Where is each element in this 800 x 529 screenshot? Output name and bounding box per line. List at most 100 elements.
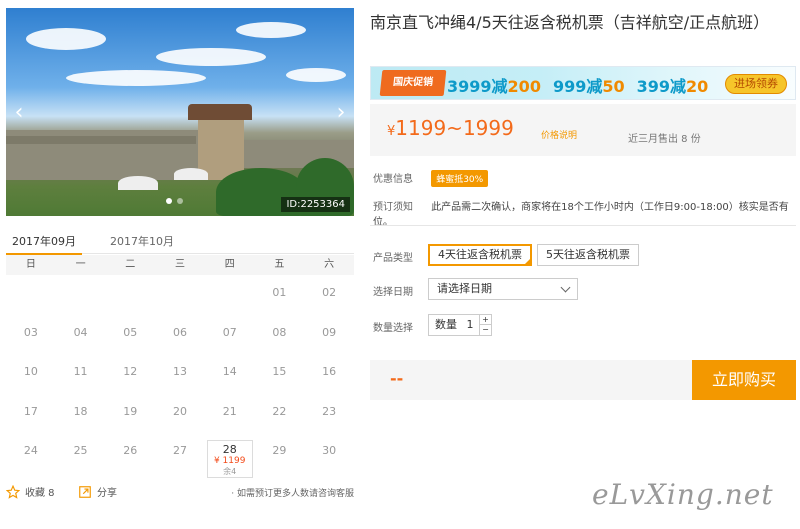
discount-info-label: 优惠信息 [373, 174, 413, 185]
calendar-day-remaining: 余4 [223, 467, 237, 476]
favorite-label: 收藏 8 [25, 488, 55, 499]
calendar-day: 30 [322, 444, 337, 457]
weekday-label: 二 [125, 259, 136, 270]
calendar-day: 20 [172, 404, 187, 418]
photo-id-label: ID:2253364 [281, 197, 350, 212]
calendar-day: 02 [322, 286, 337, 299]
quantity-text: 数量 [435, 318, 457, 331]
price-explanation-link[interactable]: 价格说明 [541, 128, 577, 141]
tab-month-september[interactable]: 2017年09月 [6, 233, 82, 255]
discount-badge: 蜂蜜抵30% [431, 170, 489, 187]
date-select-value: 请选择日期 [437, 282, 492, 295]
calendar-day: 05 [123, 325, 138, 339]
calendar-day: 27 [172, 444, 187, 457]
calendar-day: 24 [23, 444, 38, 457]
date-label: 选择日期 [373, 287, 413, 298]
product-type-option-5day[interactable]: 5天往返含税机票 [537, 244, 639, 266]
promo-deal: 399减20 [636, 77, 709, 96]
product-type-label: 产品类型 [373, 253, 413, 264]
prev-photo-arrow[interactable]: ‹ [10, 102, 28, 124]
price-box: ¥1199~1999 价格说明 近三月售出 8 份 [370, 104, 796, 156]
carousel-dot[interactable] [166, 198, 172, 204]
watermark: eLvXing.net [592, 478, 774, 511]
calendar-days: 01 02 03 04 05 06 07 08 09 10 11 12 13 14 15 16 17 18 19 20… [6, 280, 354, 478]
weekday-label: 四 [224, 259, 235, 270]
star-icon [6, 484, 20, 499]
calendar-day: 16 [322, 365, 337, 378]
calendar: 日 一 二 三 四 五 六 01 02 03 04 05 06 07 08 09 10 11 12 13… [6, 255, 354, 478]
quantity-row: 数量选择 [373, 319, 428, 334]
product-photo[interactable]: ‹ › ID:2253364 [6, 8, 354, 216]
quantity-value: 1 [466, 318, 474, 331]
calendar-day-number: 28 [222, 443, 237, 456]
tab-month-october[interactable]: 2017年10月 [110, 233, 174, 249]
quantity-increase-button[interactable]: + [479, 315, 491, 325]
product-type-option-4day[interactable]: 4天往返含税机票 [428, 244, 532, 266]
buy-bar: -- 立即购买 [370, 360, 796, 400]
chevron-down-icon [560, 282, 571, 293]
calendar-day: 18 [73, 404, 88, 418]
weekday-label: 五 [274, 259, 285, 270]
buy-now-button[interactable]: 立即购买 [692, 360, 796, 400]
share-icon [79, 485, 91, 498]
calendar-day: 08 [272, 325, 287, 339]
promo-deal: 3999减200 [447, 77, 541, 96]
booking-notice-row: 预订须知 此产品需二次确认，商家将在18个工作小时内（工作日9:00-18:00… [373, 198, 800, 228]
calendar-day: 25 [73, 444, 88, 457]
promo-deals: 3999减200 999减50 399减20 [447, 73, 708, 97]
product-title: 南京直飞冲绳4/5天往返含税机票（吉祥航空/正点航班） [370, 13, 770, 32]
calendar-day: 26 [123, 444, 138, 457]
calendar-day: 15 [272, 365, 287, 378]
calendar-day: 07 [222, 325, 237, 339]
promo-deal: 999减50 [552, 77, 625, 96]
calendar-month-tabs: 2017年09月 2017年10月 [6, 228, 354, 255]
calendar-day: 04 [73, 325, 88, 339]
get-coupon-button[interactable]: 进场领券 [725, 74, 787, 94]
booking-notice-label: 预订须知 [373, 202, 413, 213]
weekday-label: 一 [75, 259, 86, 270]
weekday-label: 日 [25, 259, 36, 270]
quantity-decrease-button[interactable]: − [479, 325, 491, 335]
calendar-day: 23 [322, 404, 337, 418]
calendar-day: 12 [123, 365, 138, 378]
date-select[interactable]: 请选择日期 [428, 278, 578, 300]
booking-contact-note: · 如需预订更多人数请咨询客服 [231, 489, 354, 499]
favorite-button[interactable]: 收藏 8 [6, 484, 55, 499]
calendar-day-available[interactable]: 28 ¥ 1199 余4 [206, 440, 253, 478]
calendar-day: 01 [272, 286, 287, 299]
calendar-day [105, 280, 155, 320]
calendar-day [6, 280, 56, 320]
price-range: ¥1199~1999 [387, 116, 514, 140]
promo-banner[interactable]: 国庆促销 3999减200 999减50 399减20 进场领券 [370, 66, 796, 100]
calendar-day: 21 [222, 404, 237, 418]
date-row: 选择日期 [373, 283, 428, 298]
calendar-day: 10 [23, 365, 38, 378]
calendar-weekdays: 日 一 二 三 四 五 六 [6, 255, 354, 275]
carousel-dot[interactable] [177, 198, 183, 204]
carousel-dots [166, 198, 183, 204]
divider [370, 225, 796, 226]
weekday-label: 六 [324, 259, 335, 270]
calendar-day: 06 [172, 325, 187, 339]
weekday-label: 三 [174, 259, 185, 270]
total-price: -- [390, 369, 404, 388]
discount-info-row: 优惠信息 蜂蜜抵30% [373, 170, 489, 187]
calendar-day [205, 280, 255, 320]
next-photo-arrow[interactable]: › [332, 102, 350, 124]
sold-count: 近三月售出 8 份 [628, 134, 701, 145]
calendar-day [155, 280, 205, 320]
quantity-label: 数量选择 [373, 323, 413, 334]
calendar-day: 11 [73, 365, 88, 378]
quantity-stepper[interactable]: 数量 1 + − [428, 314, 492, 336]
promo-tag: 国庆促销 [379, 70, 447, 96]
calendar-day: 17 [23, 404, 38, 418]
calendar-day: 29 [272, 444, 287, 457]
calendar-day: 09 [322, 325, 337, 339]
calendar-day: 03 [23, 325, 38, 339]
calendar-day: 19 [123, 404, 138, 418]
product-type-row: 产品类型 [373, 249, 428, 264]
share-button[interactable]: 分享 [78, 484, 117, 499]
calendar-day: 14 [222, 365, 237, 378]
calendar-day: 13 [172, 365, 187, 378]
calendar-day-price: ¥ 1199 [213, 456, 246, 466]
